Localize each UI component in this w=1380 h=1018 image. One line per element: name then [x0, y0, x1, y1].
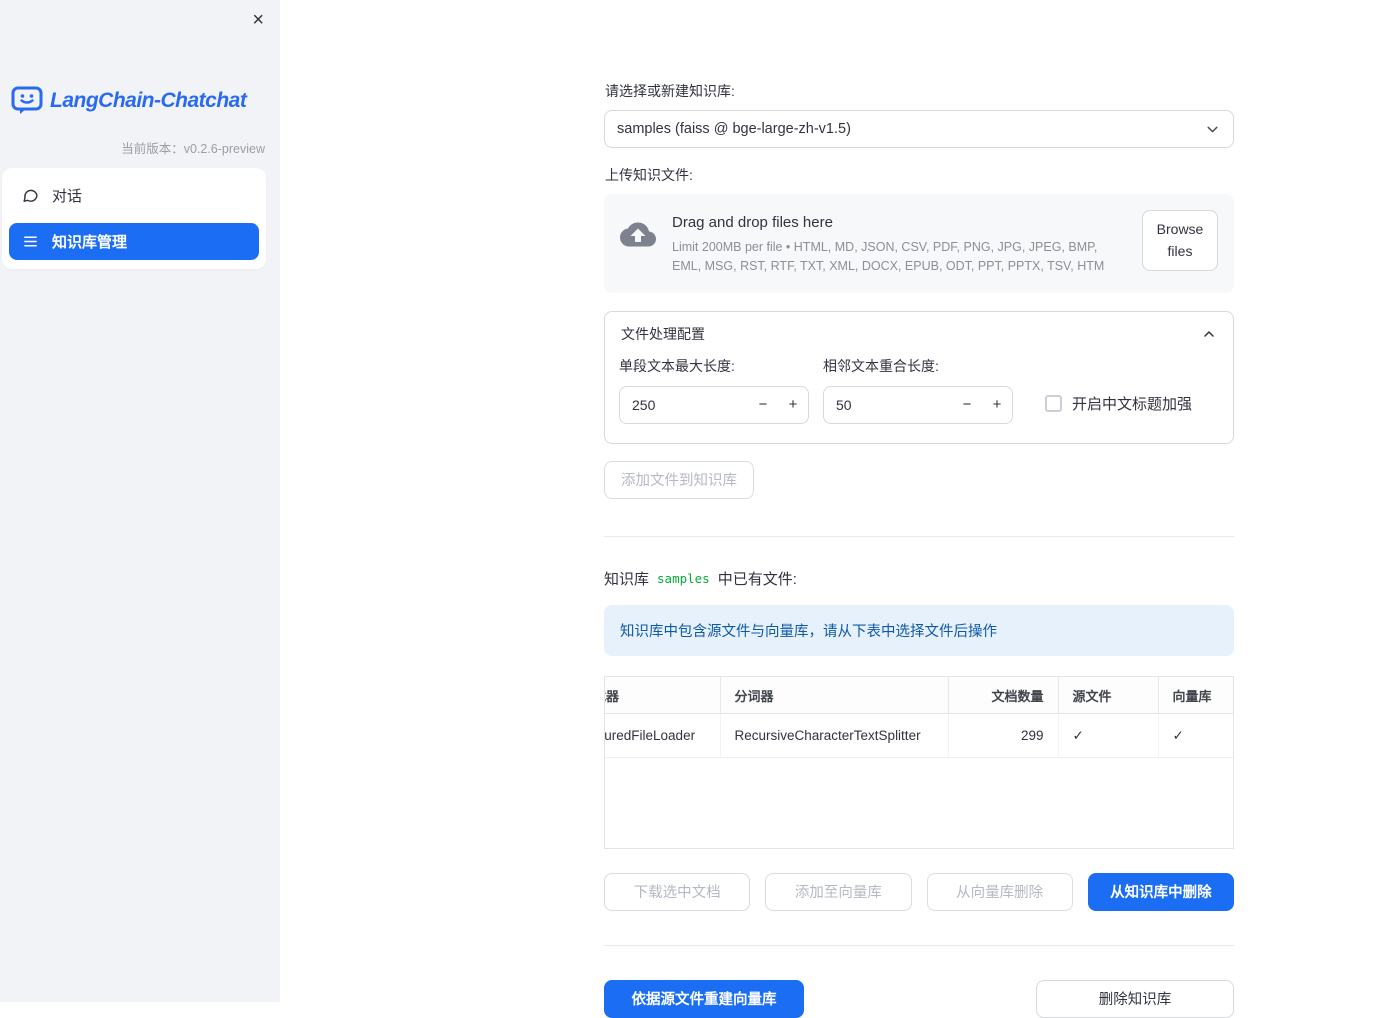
sidebar-item-dialogue[interactable]: 对话	[9, 177, 259, 214]
add-to-vector-store-button[interactable]: 添加至向量库	[765, 872, 912, 911]
cell-doc-count: 299	[948, 713, 1059, 759]
cell-loader: UnstructuredFileLoader	[605, 713, 721, 759]
file-actions-row: 下载选中文档 添加至向量库 从向量库删除 从知识库中删除	[604, 872, 1234, 911]
version-label: 当前版本：v0.2.6-preview	[121, 142, 265, 156]
expander-body: 单段文本最大长度: 250 − + 相邻文本重合长度: 50 − + 开启中文标…	[605, 354, 1233, 443]
checkbox-icon	[1045, 394, 1062, 412]
expander-title: 文件处理配置	[621, 325, 705, 342]
file-config-expander: 文件处理配置 单段文本最大长度: 250 − + 相邻文本重合长度: 50 − …	[604, 310, 1234, 444]
cloud-upload-icon	[620, 210, 656, 250]
delete-kb-button[interactable]: 删除知识库	[1036, 979, 1234, 1018]
chevron-down-icon	[1204, 121, 1221, 138]
add-files-to-kb-button[interactable]: 添加文件到知识库	[604, 460, 754, 499]
column-header-vector-store[interactable]: 向量库	[1158, 676, 1233, 715]
zh-title-checkbox[interactable]: 开启中文标题加强	[1045, 393, 1192, 414]
kb-files-table[interactable]: 文档加载器 分词器 文档数量 源文件 向量库 UnstructuredFileL…	[604, 675, 1234, 849]
rebuild-vector-store-button[interactable]: 依据源文件重建向量库	[604, 979, 804, 1018]
kb-select-label: 请选择或新建知识库:	[605, 83, 735, 99]
dropzone-limits: Limit 200MB per file • HTML, MD, JSON, C…	[672, 240, 1105, 274]
app-title: LangChain-Chatchat	[50, 88, 247, 112]
overlap-size-value[interactable]: 50	[824, 397, 952, 413]
column-header-splitter[interactable]: 分词器	[720, 676, 949, 715]
kb-files-suffix: 中已有文件:	[717, 570, 797, 588]
dropzone-instructions: Drag and drop files here Limit 200MB per…	[672, 210, 1126, 277]
browse-files-button[interactable]: Browse files	[1142, 210, 1218, 271]
kb-footer-actions: 依据源文件重建向量库 删除知识库	[604, 979, 1234, 1018]
overlap-size-group: 相邻文本重合长度: 50 − +	[823, 356, 1013, 424]
kb-name-code: samples	[657, 570, 710, 586]
divider	[604, 535, 1234, 537]
chevron-up-icon	[1201, 326, 1217, 342]
overlap-size-input[interactable]: 50 − +	[823, 385, 1013, 424]
column-header-loader[interactable]: 文档加载器	[605, 676, 721, 715]
info-alert: 知识库中包含源文件与向量库，请从下表中选择文件后操作	[604, 604, 1234, 656]
kb-select-dropdown[interactable]: samples (faiss @ bge-large-zh-v1.5)	[604, 110, 1234, 148]
menu-item-label: 知识库管理	[52, 234, 128, 251]
column-header-doc-count[interactable]: 文档数量	[948, 676, 1059, 715]
chat-bubble-icon	[22, 187, 39, 204]
kb-files-prefix: 知识库	[604, 570, 650, 588]
divider	[604, 944, 1234, 946]
chunk-size-value[interactable]: 250	[620, 397, 748, 413]
plus-stepper-icon[interactable]: +	[982, 396, 1012, 413]
app-logo: LangChain-Chatchat	[11, 86, 272, 115]
minus-stepper-icon[interactable]: −	[748, 396, 778, 413]
download-selected-button[interactable]: 下载选中文档	[604, 872, 751, 911]
table-header-row: 文档加载器 分词器 文档数量 源文件 向量库	[605, 676, 1233, 715]
sidebar-close-button[interactable]: ×	[248, 6, 268, 34]
table-row[interactable]: UnstructuredFileLoader RecursiveCharacte…	[605, 713, 1233, 759]
main-content: 请选择或新建知识库: samples (faiss @ bge-large-zh…	[604, 0, 1234, 1018]
expander-header[interactable]: 文件处理配置	[605, 312, 1233, 354]
upload-label: 上传知识文件:	[605, 167, 693, 183]
delete-from-kb-button[interactable]: 从知识库中删除	[1087, 872, 1234, 911]
chunk-size-label: 单段文本最大长度:	[619, 357, 735, 374]
langchain-chatchat-logo-icon	[11, 86, 43, 115]
dropzone-title: Drag and drop files here	[672, 214, 833, 231]
sidebar-menu: 对话 知识库管理	[2, 168, 266, 269]
column-header-source-file[interactable]: 源文件	[1058, 676, 1159, 715]
file-dropzone[interactable]: Drag and drop files here Limit 200MB per…	[604, 194, 1234, 293]
zh-title-checkbox-label: 开启中文标题加强	[1072, 395, 1193, 413]
close-icon: ×	[252, 9, 264, 31]
cell-splitter: RecursiveCharacterTextSplitter	[720, 713, 949, 759]
list-icon	[22, 233, 39, 250]
delete-from-vector-store-button[interactable]: 从向量库删除	[926, 872, 1073, 911]
plus-stepper-icon[interactable]: +	[778, 396, 808, 413]
kb-select-value: samples (faiss @ bge-large-zh-v1.5)	[617, 121, 851, 137]
sidebar-item-kb-management[interactable]: 知识库管理	[9, 223, 259, 260]
kb-files-heading: 知识库 samples 中已有文件:	[604, 568, 1234, 589]
chunk-size-group: 单段文本最大长度: 250 − +	[619, 356, 809, 424]
sidebar: × LangChain-Chatchat 当前版本：v0.2.6-preview…	[0, 0, 280, 1002]
overlap-size-label: 相邻文本重合长度:	[823, 357, 939, 374]
minus-stepper-icon[interactable]: −	[952, 396, 982, 413]
menu-item-label: 对话	[52, 188, 83, 205]
chunk-size-input[interactable]: 250 − +	[619, 385, 809, 424]
cell-vector-store-check: ✓	[1158, 713, 1233, 759]
cell-source-file-check: ✓	[1058, 713, 1159, 759]
